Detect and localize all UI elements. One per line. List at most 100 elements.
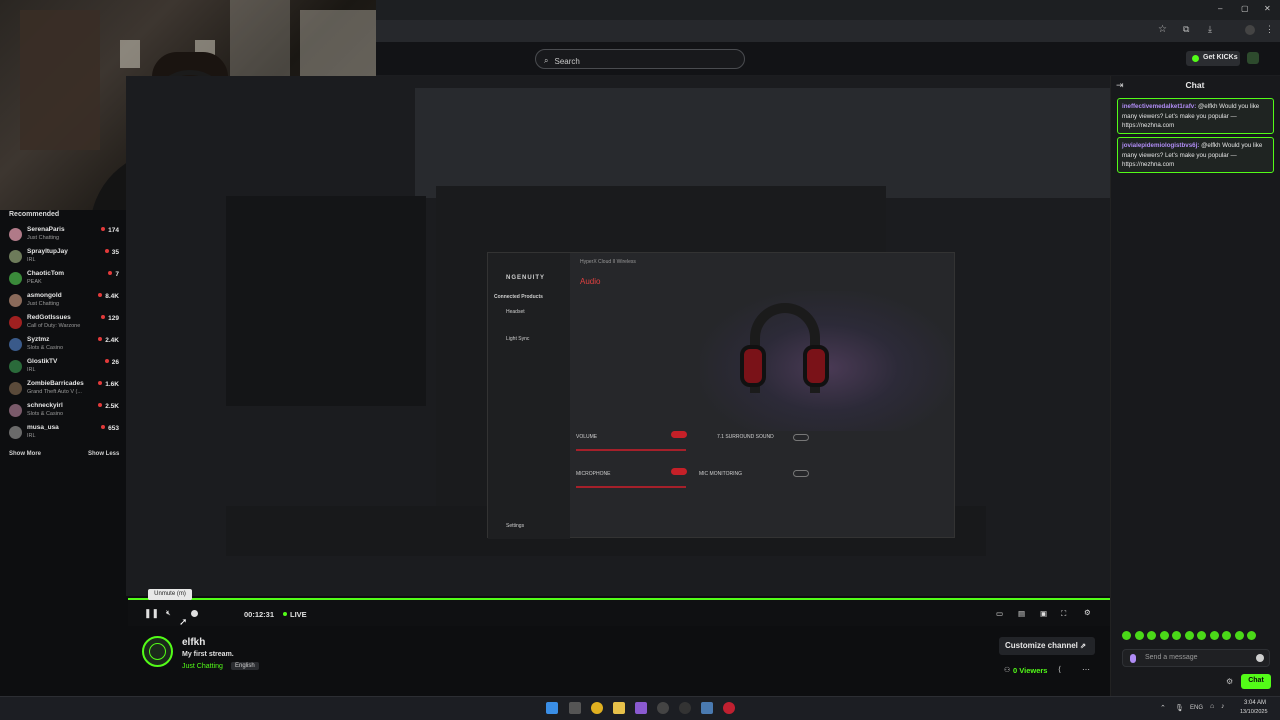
channel-name: SprayItupJay [27, 248, 68, 255]
recommended-item[interactable]: RedGotIssues Call of Duty: Warzone 129 [9, 314, 121, 334]
emoji-icon[interactable] [1256, 654, 1264, 662]
recommended-item[interactable]: Syztmz Slots & Casino 2.4K [9, 336, 121, 356]
recommended-item[interactable]: GlostikTV IRL 26 [9, 358, 121, 378]
channel-info-bar [128, 630, 1110, 696]
microphone-toggle[interactable] [671, 468, 687, 475]
obs-icon[interactable] [657, 702, 669, 714]
close-window-button[interactable]: ✕ [1264, 4, 1271, 13]
category-link[interactable]: Just Chatting [182, 663, 223, 670]
channel-name: SerenaParis [27, 226, 65, 233]
chat-input[interactable]: Send a message [1122, 649, 1270, 667]
settings-nav[interactable]: Settings [506, 523, 524, 529]
maximize-button[interactable]: ▢ [1241, 4, 1249, 13]
ngenuity-app-icon[interactable] [701, 702, 713, 714]
profile-icon[interactable] [1245, 25, 1255, 35]
audio-tab[interactable]: Audio [580, 277, 600, 286]
emote-icon[interactable] [1234, 631, 1244, 640]
minimize-button[interactable]: – [1218, 4, 1222, 13]
emote-icon[interactable] [1197, 631, 1206, 640]
microphone-slider[interactable] [576, 486, 686, 488]
channel-name: ZombieBarricades [27, 380, 84, 387]
share-icon[interactable]: ⟨ [1058, 665, 1061, 674]
task-view-icon[interactable] [569, 702, 581, 714]
volume-slider[interactable] [576, 449, 686, 451]
language-tag[interactable]: English [231, 662, 259, 670]
recommended-item[interactable]: asmongold Just Chatting 8.4K [9, 292, 121, 312]
headset-nav[interactable]: Headset [506, 309, 525, 315]
chat-message[interactable]: jovialepidemiologistbvs6j: @elfkh Would … [1117, 137, 1274, 173]
start-icon[interactable] [546, 702, 558, 714]
recommended-item[interactable]: ZombieBarricades Grand Theft Auto V (... 1… [9, 380, 121, 400]
more-options-icon[interactable]: ⋯ [1082, 665, 1090, 674]
show-more-link[interactable]: Show More [9, 451, 41, 457]
menu-icon[interactable]: ⋮ [1265, 24, 1274, 35]
emote-icon[interactable] [1134, 631, 1144, 640]
show-less-link[interactable]: Show Less [88, 451, 119, 457]
get-kicks-button[interactable]: Get KICKs [1186, 51, 1240, 66]
emote-icon[interactable] [1222, 631, 1231, 640]
viewer-count: 7 [108, 271, 119, 278]
mic-monitoring-toggle[interactable] [793, 470, 809, 477]
clock-time[interactable]: 3:04 AM [1244, 700, 1266, 706]
surround-toggle[interactable] [793, 434, 809, 441]
hyperx-icon[interactable] [723, 702, 735, 714]
volume-knob[interactable] [191, 610, 198, 617]
chat-title: Chat [1185, 80, 1205, 90]
extensions-icon[interactable]: ⧉ [1183, 24, 1189, 35]
tray-chevron-icon[interactable]: ⌃ [1160, 704, 1166, 712]
chat-username[interactable]: ineffectivemedalket1rafv: [1122, 103, 1196, 110]
channel-name: asmongold [27, 292, 62, 299]
mic-monitoring-label: MIC MONITORING [699, 471, 742, 477]
discord-icon[interactable] [635, 702, 647, 714]
chat-message[interactable]: ineffectivemedalket1rafv: @elfkh Would y… [1117, 98, 1274, 134]
channel-name: GlostikTV [27, 358, 58, 365]
pause-button[interactable]: ❚❚ [144, 608, 159, 619]
volume-toggle[interactable] [671, 431, 687, 438]
pip-icon[interactable]: ▣ [1040, 609, 1047, 618]
mute-icon[interactable]: 🔇︎ [166, 608, 171, 618]
recommended-item[interactable]: SprayItupJay IRL 35 [9, 248, 121, 268]
fullscreen-icon[interactable]: ⛶ [1061, 609, 1066, 619]
mic-tray-icon[interactable]: 🎙︎ [1175, 704, 1184, 712]
clip-icon[interactable]: ▤ [1018, 609, 1025, 618]
emote-icon[interactable] [1122, 631, 1131, 640]
app-icon[interactable] [679, 702, 691, 714]
chat-settings-icon[interactable]: ⚙ [1226, 677, 1233, 686]
recommended-item[interactable]: ChaoticTom PEAK 7 [9, 270, 121, 290]
recommended-item[interactable]: SerenaParis Just Chatting 174 [9, 226, 121, 246]
connected-products-label: Connected Products [494, 294, 543, 300]
chat-send-button[interactable]: Chat [1241, 674, 1271, 689]
volume-tray-icon[interactable]: ♪ [1221, 703, 1225, 710]
user-avatar[interactable] [1247, 52, 1259, 64]
clock-date[interactable]: 13/10/2025 [1240, 709, 1268, 715]
viewer-count: 129 [101, 315, 119, 322]
search-input[interactable]: ⌕ Search [535, 49, 745, 69]
channel-name[interactable]: elfkh [182, 637, 205, 648]
channel-category: PEAK [27, 279, 42, 285]
emote-icon[interactable] [1184, 631, 1194, 640]
bookmark-star-icon[interactable]: ☆ [1158, 24, 1167, 35]
customize-channel-button[interactable]: Customize channel ⇗ [999, 637, 1095, 655]
avatar [9, 228, 22, 241]
recommended-item[interactable]: schneckyirl Slots & Casino 2.5K [9, 402, 121, 422]
chat-username[interactable]: jovialepidemiologistbvs6j: [1122, 142, 1199, 149]
emote-icon[interactable] [1209, 631, 1219, 640]
file-explorer-icon[interactable] [613, 702, 625, 714]
emote-icon[interactable] [1159, 631, 1169, 640]
channel-avatar[interactable] [142, 636, 173, 667]
download-icon[interactable]: ⤓ [1208, 24, 1212, 35]
viewers-icon: ⚇ [1004, 667, 1011, 674]
language-indicator[interactable]: ENG [1190, 705, 1203, 711]
emote-icon[interactable] [1147, 631, 1156, 640]
channel-category: Slots & Casino [27, 411, 64, 417]
emote-icon[interactable] [1172, 631, 1181, 640]
network-icon[interactable]: ⌂ [1210, 703, 1214, 710]
recommended-item[interactable]: musa_usa IRL 653 [9, 424, 121, 444]
settings-icon[interactable]: ⚙ [1084, 608, 1091, 617]
chrome-icon[interactable] [591, 702, 603, 714]
light-sync-nav[interactable]: Light Sync [506, 336, 529, 342]
avatar [9, 382, 22, 395]
emote-icon[interactable] [1247, 631, 1256, 640]
theater-mode-icon[interactable]: ▭ [996, 609, 1003, 618]
channel-name: RedGotIssues [27, 314, 71, 321]
